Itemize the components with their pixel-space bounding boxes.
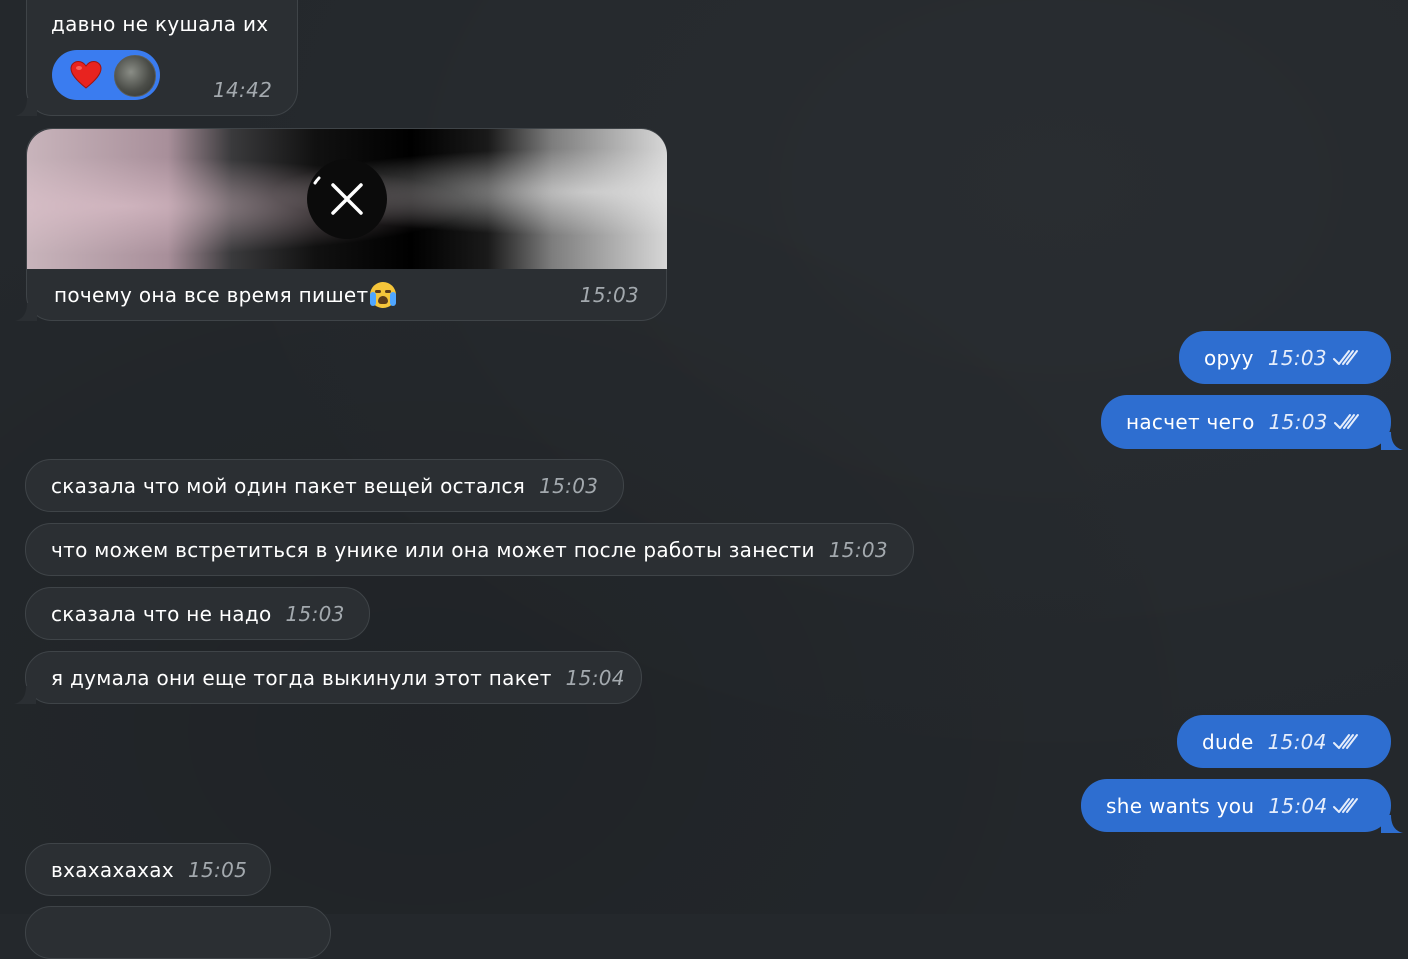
bubble-tail bbox=[15, 98, 37, 116]
message-time: 15:03 bbox=[828, 537, 888, 562]
bubble-tail bbox=[1381, 432, 1403, 450]
message-incoming[interactable]: сказала что не надо 15:03 bbox=[25, 587, 370, 640]
loudly-crying-face-icon bbox=[370, 282, 397, 308]
message-outgoing[interactable]: оруу 15:03 bbox=[1179, 331, 1391, 384]
double-check-icon bbox=[1333, 414, 1359, 429]
media-caption: почему она все время пишет 15:03 bbox=[27, 269, 666, 321]
message-time: 15:03 bbox=[539, 473, 599, 498]
bubble-tail bbox=[15, 303, 37, 321]
message-text: насчет чего bbox=[1126, 410, 1255, 434]
message-time: 15:04 bbox=[1267, 729, 1327, 754]
bubble-tail bbox=[1381, 815, 1403, 833]
message-text: сказала что мой один пакет вещей остался bbox=[51, 473, 526, 498]
message-incoming[interactable]: вхахахахах 15:05 bbox=[25, 843, 271, 896]
cancel-download-button[interactable] bbox=[307, 159, 387, 239]
message-text: что можем встретиться в унике или она мо… bbox=[51, 537, 815, 562]
message-text: давно не кушала их bbox=[51, 12, 269, 36]
reaction-avatar bbox=[114, 55, 156, 97]
message-text: я думала они еще тогда выкинули этот пак… bbox=[51, 665, 552, 690]
media-preview[interactable] bbox=[27, 129, 667, 269]
message-text: вхахахахах bbox=[51, 857, 174, 882]
reaction-pill[interactable] bbox=[52, 50, 160, 100]
heart-icon bbox=[70, 60, 102, 89]
message-outgoing[interactable]: she wants you 15:04 bbox=[1081, 779, 1403, 833]
double-check-icon bbox=[1333, 797, 1359, 813]
message-incoming[interactable]: давно не кушала их 14:42 bbox=[15, 0, 298, 116]
message-time: 15:05 bbox=[188, 857, 248, 882]
double-check-icon bbox=[1332, 349, 1358, 365]
message-time: 15:04 bbox=[565, 665, 625, 690]
message-incoming[interactable]: сказала что мой один пакет вещей остался… bbox=[25, 459, 624, 512]
double-check-icon bbox=[1332, 733, 1358, 749]
message-time: 15:03 bbox=[1268, 410, 1328, 434]
message-incoming[interactable]: что можем встретиться в унике или она мо… bbox=[25, 523, 914, 576]
message-incoming-media[interactable]: почему она все время пишет 15:03 bbox=[15, 128, 667, 321]
message-outgoing[interactable]: dude 15:04 bbox=[1177, 715, 1391, 768]
message-text: dude bbox=[1202, 729, 1254, 754]
message-incoming[interactable]: я думала они еще тогда выкинули этот пак… bbox=[14, 651, 642, 704]
close-icon bbox=[313, 176, 363, 215]
message-text: сказала что не надо bbox=[51, 601, 272, 626]
bubble-tail bbox=[14, 686, 36, 704]
message-time: 15:03 bbox=[579, 283, 639, 307]
message-text: оруу bbox=[1204, 345, 1254, 370]
message-time: 15:03 bbox=[285, 601, 345, 626]
message-outgoing[interactable]: насчет чего 15:03 bbox=[1101, 395, 1403, 450]
message-text: she wants you bbox=[1106, 793, 1255, 818]
message-time: 14:42 bbox=[213, 78, 273, 102]
message-time: 15:04 bbox=[1268, 793, 1328, 818]
message-text: почему она все время пишет bbox=[54, 283, 369, 307]
message-time: 15:03 bbox=[1267, 345, 1327, 370]
